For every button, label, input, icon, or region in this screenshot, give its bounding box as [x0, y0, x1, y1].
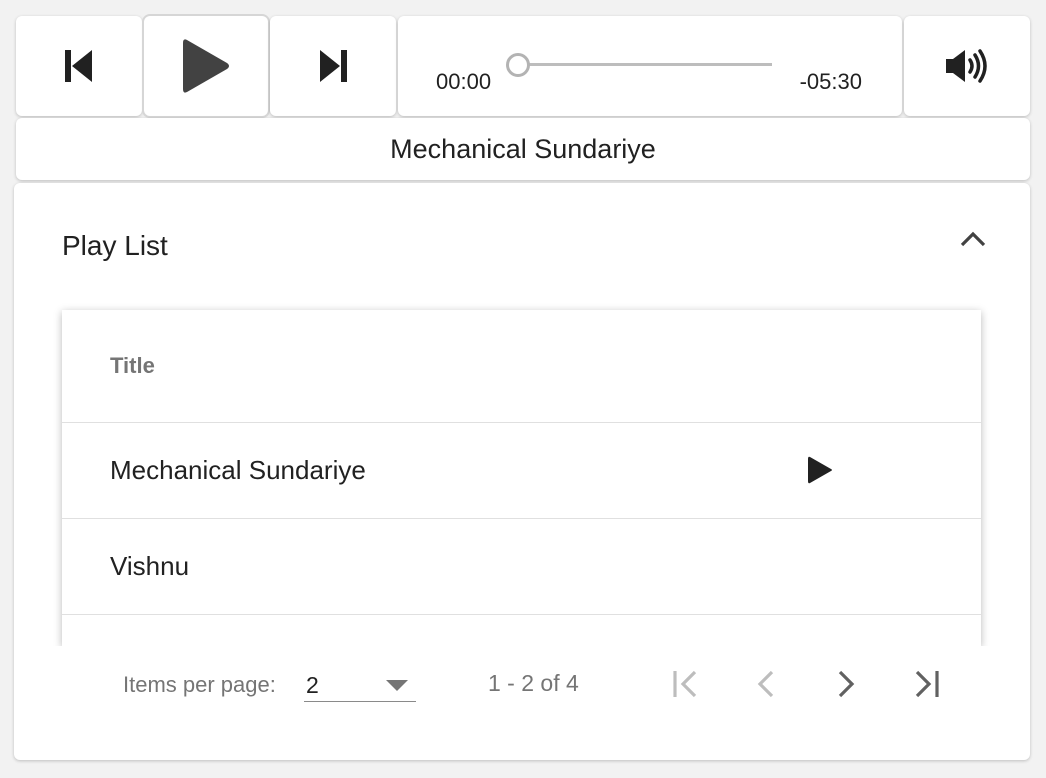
next-track-button[interactable]	[270, 16, 396, 116]
skip-next-icon	[320, 50, 347, 82]
page-range-label: 1 - 2 of 4	[488, 670, 579, 696]
chevron-up-icon[interactable]	[958, 227, 988, 251]
volume-up-icon	[946, 49, 987, 83]
items-per-page-select[interactable]: 2	[304, 660, 416, 702]
track-title: Mechanical Sundariye	[110, 455, 366, 485]
remaining-time: -05:30	[799, 69, 862, 94]
previous-page-icon[interactable]	[742, 660, 790, 708]
table-header: Title	[62, 310, 981, 423]
items-per-page-label: Items per page:	[123, 672, 276, 697]
table-row[interactable]: Mechanical Sundariye	[62, 423, 981, 519]
seek-track[interactable]	[518, 63, 772, 66]
play-button[interactable]	[144, 16, 268, 116]
previous-track-button[interactable]	[16, 16, 142, 116]
last-page-icon[interactable]	[902, 660, 950, 708]
items-per-page-value: 2	[306, 672, 319, 698]
seek-bar-panel: 00:00 -05:30	[398, 16, 902, 116]
seek-thumb[interactable]	[506, 53, 530, 77]
first-page-icon[interactable]	[662, 660, 710, 708]
volume-button[interactable]	[904, 16, 1030, 116]
play-icon[interactable]	[806, 455, 834, 485]
skip-previous-icon	[65, 50, 92, 82]
play-icon	[183, 39, 229, 93]
track-title: Vishnu	[110, 551, 190, 581]
table-row-partial	[62, 615, 981, 646]
playlist-table: Title Mechanical Sundariye Vishnu	[62, 310, 981, 646]
paginator: Items per page: 2 1 - 2 of 4	[14, 646, 1030, 726]
column-header-title: Title	[110, 353, 155, 378]
next-page-icon[interactable]	[822, 660, 870, 708]
playlist-panel: Play List Title Mechanical Sundariye Vis…	[14, 183, 1030, 760]
table-row[interactable]: Vishnu	[62, 519, 981, 615]
playlist-title: Play List	[62, 230, 168, 261]
dropdown-arrow-icon	[386, 680, 408, 691]
now-playing-title: Mechanical Sundariye	[16, 118, 1030, 180]
current-time: 00:00	[436, 69, 492, 94]
